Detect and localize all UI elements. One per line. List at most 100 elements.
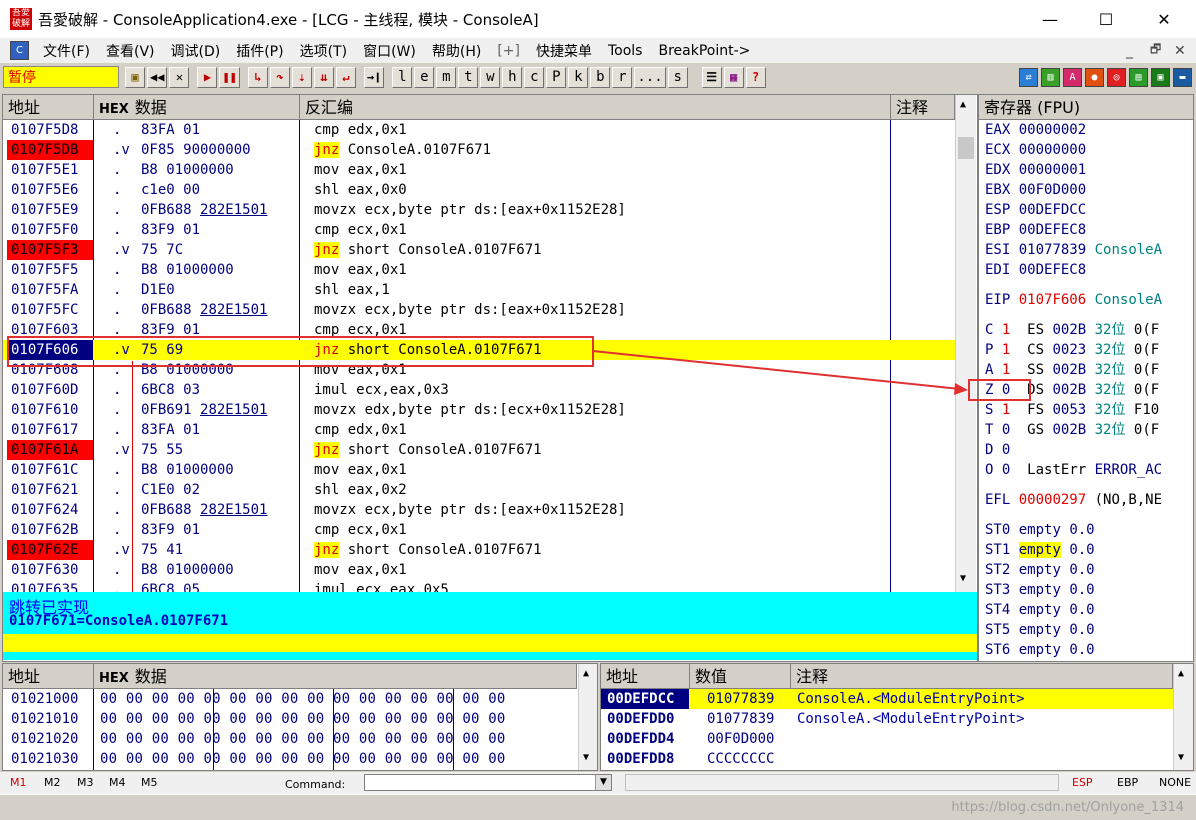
follow-esp-button[interactable]: ESP [1072,776,1093,789]
pause-icon[interactable]: ❚❚ [219,66,240,88]
disasm-row[interactable]: 0107F5E9. 0FB688 282E1501 movzx ecx,byte p… [3,200,955,220]
col-header-comment[interactable]: 注释 [891,95,955,120]
disasm-row[interactable]: 0107F61A .v 75 55 jnz short ConsoleA.0107F6… [3,440,955,460]
minimize-button[interactable]: — [1027,0,1073,38]
disasm-row[interactable]: 0107F5FA. D1E0 shl eax,1 [3,280,955,300]
dump-scroll-up-icon[interactable]: ▲ [583,668,589,679]
dump-row[interactable]: 01021030 00 00 00 00 00 00 00 00 00 00 00… [3,749,577,769]
stack-col-comment[interactable]: 注释 [791,664,1173,689]
command-dropdown-icon[interactable]: ▼ [595,775,611,790]
fpu-row[interactable]: ST5 empty 0.0 [985,620,1095,640]
list-icon[interactable]: ☰ [701,66,722,88]
col-header-disasm[interactable]: 反汇编 [300,95,891,120]
log-window-button[interactable]: l [392,66,413,88]
menu-plugins[interactable]: 插件(P) [228,41,291,61]
flag-row[interactable]: D 0 [985,440,1052,460]
references-button[interactable]: r [612,66,633,88]
dump-scroll-down-icon[interactable]: ▼ [583,752,589,763]
menu-plus[interactable]: [+] [489,43,528,59]
register-row[interactable]: EBX 00F0D000 [985,180,1095,200]
step-into-icon[interactable]: ↳ [247,66,268,88]
disasm-row[interactable]: 0107F62B. 83F9 01 cmp ecx,0x1 [3,520,955,540]
grid-icon[interactable]: ▦ [723,66,744,88]
trace-over-icon[interactable]: ⇊ [313,66,334,88]
disasm-row[interactable]: 0107F5D8. 83FA 01 cmp edx,0x1 [3,120,955,140]
mem-tab-m1[interactable]: M1 [10,776,27,789]
fpu-row[interactable]: ST3 empty 0.0 [985,580,1095,600]
mdi-minimize-button[interactable]: _ [1126,43,1133,59]
col-header-hex[interactable]: HEX 数据 [94,95,300,120]
dump-row[interactable]: 01021010 00 00 00 00 00 00 00 00 00 00 00… [3,709,577,729]
execute-till-return-icon[interactable]: ↵ [335,66,356,88]
stack-row[interactable]: 00DEFDCC 01077839 ConsoleA.<ModuleEntryPoi… [601,689,1173,709]
disasm-list[interactable]: 0107F5D8. 83FA 01 cmp edx,0x1 0107F5DB .v 0F8… [3,120,955,592]
goto-icon[interactable]: →❙ [363,66,385,88]
disasm-row[interactable]: 0107F617. 83FA 01 cmp edx,0x1 [3,420,955,440]
stack-row[interactable]: 00DEFDD0 01077839 ConsoleA.<ModuleEntryPoi… [601,709,1173,729]
register-row[interactable]: EDI 00DEFEC8 [985,260,1095,280]
command-input[interactable]: ▼ [364,774,612,791]
plugin-f-icon[interactable]: ▤ [1129,67,1148,87]
restart-icon[interactable]: ◀◀ [147,66,168,88]
register-row[interactable]: EBP 00DEFEC8 [985,220,1095,240]
stack-col-value[interactable]: 数值 [690,664,791,689]
disasm-row[interactable]: 0107F5E6. c1e0 00 shl eax,0x0 [3,180,955,200]
menu-file[interactable]: 文件(F) [35,41,98,61]
plugin-a-icon[interactable]: ⇄ [1019,67,1038,87]
dump-row[interactable]: 01021020 00 00 00 00 00 00 00 00 00 00 00… [3,729,577,749]
stack-scroll-up-icon[interactable]: ▲ [1178,668,1184,679]
disasm-row[interactable]: 0107F5FC. 0FB688 282E1501 movzx ecx,byte p… [3,300,955,320]
help-icon[interactable]: ? [745,66,766,88]
plugin-h-icon[interactable]: ▬ [1173,67,1192,87]
disasm-row[interactable]: 0107F61C. B8 01000000 mov eax,0x1 [3,460,955,480]
mdi-close-button[interactable]: ✕ [1174,43,1186,59]
menu-breakpoint[interactable]: BreakPoint-> [650,43,758,59]
disasm-row[interactable]: 0107F5DB .v 0F85 90000000 jnz ConsoleA.0107… [3,140,955,160]
step-over-icon[interactable]: ↷ [269,66,290,88]
plugin-g-icon[interactable]: ▣ [1151,67,1170,87]
plugin-d-icon[interactable]: ● [1085,67,1104,87]
scroll-down-icon[interactable]: ▼ [960,573,966,584]
fpu-row[interactable]: ST0 empty 0.0 [985,520,1095,540]
flag-row[interactable]: Z 0 DS 002B 32位 0(F [985,380,1159,400]
mem-tab-m3[interactable]: M3 [77,776,94,789]
dump-col-addr[interactable]: 地址 [3,664,94,689]
handles-button[interactable]: h [502,66,523,88]
disasm-row[interactable]: 0107F621. C1E0 02 shl eax,0x2 [3,480,955,500]
source-button[interactable]: s [667,66,688,88]
disasm-row[interactable]: 0107F624. 0FB688 282E1501 movzx ecx,byte p… [3,500,955,520]
register-row[interactable]: ESI 01077839 ConsoleA [985,240,1162,260]
windows-button[interactable]: w [480,66,501,88]
memory-button[interactable]: m [436,66,457,88]
follow-ebp-button[interactable]: EBP [1117,776,1138,789]
run-trace-button[interactable]: ... [634,66,666,88]
fpu-row[interactable]: ST4 empty 0.0 [985,600,1095,620]
dump-scrollbar[interactable]: ▲ ▼ [578,664,597,770]
fpu-row[interactable]: ST2 empty 0.0 [985,560,1095,580]
close-button[interactable]: ✕ [1141,0,1187,38]
menu-window[interactable]: 窗口(W) [355,41,424,61]
modules-button[interactable]: e [414,66,435,88]
stack-scrollbar[interactable]: ▲ ▼ [1173,664,1193,770]
menu-debug[interactable]: 调试(D) [163,41,229,61]
register-efl-row[interactable]: EFL 00000297 (NO,B,NE [985,490,1162,510]
disasm-row[interactable]: 0107F630. B8 01000000 mov eax,0x1 [3,560,955,580]
menu-tools[interactable]: Tools [600,43,651,59]
follow-none-button[interactable]: NONE [1159,776,1191,789]
patches-button[interactable]: P [546,66,567,88]
fpu-row[interactable]: ST6 empty 0.0 [985,640,1095,660]
stack-row[interactable]: 00DEFDD8 CCCCCCCC [601,749,1173,769]
flag-row[interactable]: S 1 FS 0053 32位 F10 [985,400,1159,420]
fpu-row[interactable]: ST1 empty 0.0 [985,540,1095,560]
disasm-row[interactable]: 0107F5F5. B8 01000000 mov eax,0x1 [3,260,955,280]
stack-col-addr[interactable]: 地址 [601,664,690,689]
flag-row[interactable]: P 1 CS 0023 32位 0(F [985,340,1159,360]
flag-row[interactable]: C 1 ES 002B 32位 0(F [985,320,1159,340]
disasm-row[interactable]: 0107F5E1. B8 01000000 mov eax,0x1 [3,160,955,180]
disasm-scrollbar[interactable]: ▲ ▼ [955,95,976,592]
flag-row[interactable]: T 0 GS 002B 32位 0(F [985,420,1159,440]
trace-into-icon[interactable]: ⇣ [291,66,312,88]
register-row[interactable]: EDX 00000001 [985,160,1095,180]
maximize-button[interactable]: ☐ [1083,0,1129,38]
disasm-row[interactable]: 0107F608. B8 01000000 mov eax,0x1 [3,360,955,380]
